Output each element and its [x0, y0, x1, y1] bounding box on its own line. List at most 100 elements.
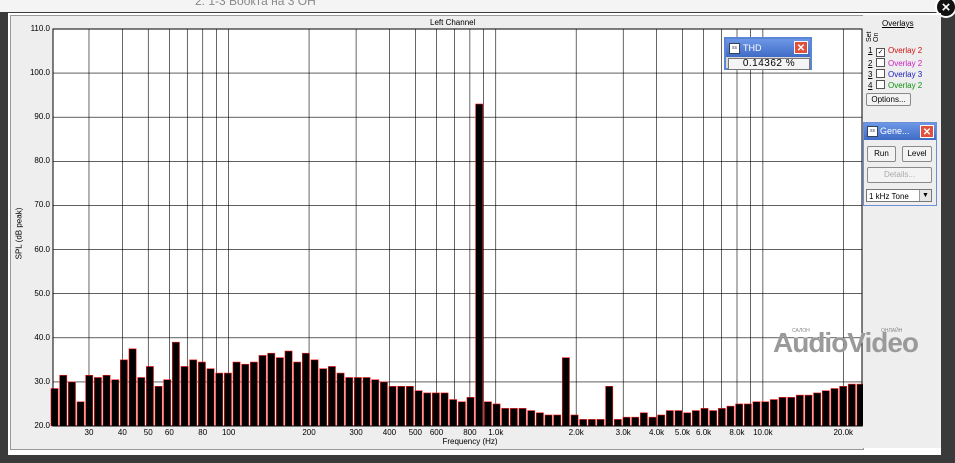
overlay-set-3[interactable]: 3	[868, 70, 876, 80]
watermark-small-right: ОНЛАЙН	[881, 328, 903, 334]
spectrum-bar	[847, 383, 856, 427]
details-button[interactable]: Details...	[867, 167, 932, 183]
spectrum-bar	[258, 355, 267, 427]
tone-select[interactable]: 1 kHz Tone ▼	[866, 189, 932, 202]
spectrum-bar	[657, 414, 666, 427]
x-tick-label: 10.0k	[753, 428, 773, 437]
spectrum-bar	[492, 403, 501, 427]
y-tick-label: 50.0	[34, 288, 50, 298]
spectrum-bar	[275, 357, 284, 427]
spectrum-bar	[795, 394, 804, 427]
x-tick-label: 2.0k	[568, 428, 584, 437]
y-tick-label: 110.0	[30, 24, 50, 33]
overlay-row-3[interactable]: 3 Overlay 3	[868, 69, 922, 79]
spectrum-bar	[639, 412, 648, 427]
y-tick-label: 70.0	[34, 200, 50, 210]
spectrum-bar	[59, 374, 68, 427]
spectrum-bar	[804, 394, 813, 427]
spectrum-bar	[691, 410, 700, 427]
overlay-row-2[interactable]: 2 Overlay 2	[868, 58, 922, 68]
overlay-label-3: Overlay 3	[888, 70, 923, 79]
spectrum-bar	[293, 361, 302, 427]
spectrum-bar	[787, 397, 796, 427]
spectrum-bar	[561, 357, 570, 427]
thd-title: THD	[743, 43, 762, 53]
overlay-checkbox-4[interactable]	[876, 80, 885, 89]
y-tick-label: 20.0	[34, 421, 50, 430]
app-icon: ss	[867, 126, 878, 137]
generator-close-icon[interactable]: ✕	[920, 125, 934, 138]
spectrum-bar	[223, 372, 232, 427]
overlay-options-button[interactable]: Options...	[866, 93, 911, 106]
spectrum-bar	[371, 379, 380, 427]
spectrum-bar	[379, 381, 388, 427]
spectrum-bar	[431, 392, 440, 427]
spectrum-bar	[310, 359, 319, 427]
generator-title-bar[interactable]: ss Gene... ✕	[864, 123, 936, 140]
spectrum-bar	[336, 372, 345, 427]
overlay-label-1: Overlay 2	[888, 46, 923, 55]
spectrum-bar	[830, 388, 839, 427]
level-button[interactable]: Level	[902, 146, 932, 162]
spectrum-bar	[839, 385, 848, 427]
x-tick-label: 20.0k	[833, 428, 854, 437]
overlay-set-2[interactable]: 2	[868, 59, 876, 69]
spectrum-bar	[189, 359, 198, 427]
set-column-label: Set	[866, 31, 873, 42]
overlay-label-4: Overlay 2	[888, 81, 923, 90]
overlay-row-1[interactable]: 1 ✓ Overlay 2	[868, 46, 923, 57]
generator-title: Gene...	[880, 126, 910, 136]
spectrum-bar	[345, 377, 354, 427]
spectrum-bar	[648, 416, 657, 427]
spectrum-bar	[683, 412, 692, 427]
spectrum-bar	[587, 419, 596, 427]
spectrum-bar	[622, 416, 631, 427]
spectrum-bar	[206, 368, 215, 427]
spectrum-bar	[605, 385, 614, 427]
spectrum-bar	[821, 390, 830, 427]
y-tick-label: 90.0	[34, 112, 50, 122]
spectrum-bar	[93, 377, 102, 427]
spectrum-bar	[67, 381, 76, 427]
overlay-checkbox-2[interactable]	[876, 58, 885, 67]
thd-close-icon[interactable]: ✕	[794, 41, 808, 54]
spectrum-bar	[457, 401, 466, 427]
thd-value: 0.14362 %	[728, 58, 810, 70]
spectrum-bar	[301, 352, 310, 427]
app-icon: ss	[729, 43, 740, 54]
spectrum-bar	[440, 392, 449, 427]
y-axis-label: SPL (dB peak)	[14, 207, 24, 260]
spectrum-bar	[769, 399, 778, 427]
run-button[interactable]: Run	[867, 146, 896, 162]
overlay-checkbox-1[interactable]: ✓	[876, 48, 885, 57]
spectrum-bar	[362, 377, 371, 427]
spectrum-bar	[501, 408, 510, 427]
overlay-checkbox-3[interactable]	[876, 69, 885, 78]
overlay-set-1[interactable]: 1	[868, 46, 876, 56]
spectrum-bar	[137, 377, 146, 427]
spectrum-bar	[423, 392, 432, 427]
overlays-title: Overlays	[882, 19, 914, 28]
spectrum-bar	[319, 368, 328, 427]
spectrum-bar	[665, 410, 674, 427]
spectrum-bar	[527, 410, 536, 427]
spectrum-bar	[405, 385, 414, 427]
x-tick-label: 100	[221, 428, 236, 437]
spectrum-bar	[388, 385, 397, 427]
watermark-logo: САЛОН ОНЛАЙН AudioVideo	[773, 327, 919, 359]
x-tick-label: 1.0k	[488, 428, 504, 437]
spectrum-bar	[674, 410, 683, 427]
spectrum-bar	[241, 363, 250, 427]
spectrum-bar	[180, 366, 189, 427]
spectrum-bar	[215, 372, 224, 427]
overlay-set-4[interactable]: 4	[868, 81, 876, 91]
spectrum-bar	[483, 401, 492, 427]
spectrum-bar	[249, 361, 258, 427]
spectrum-bar	[197, 361, 206, 427]
spectrum-bar	[449, 399, 458, 427]
thd-title-bar[interactable]: ss THD ✕	[726, 39, 810, 57]
chevron-down-icon[interactable]: ▼	[919, 190, 931, 201]
y-tick-label: 40.0	[34, 332, 50, 342]
watermark-small-left: САЛОН	[792, 328, 810, 334]
overlay-row-4[interactable]: 4 Overlay 2	[868, 80, 922, 90]
